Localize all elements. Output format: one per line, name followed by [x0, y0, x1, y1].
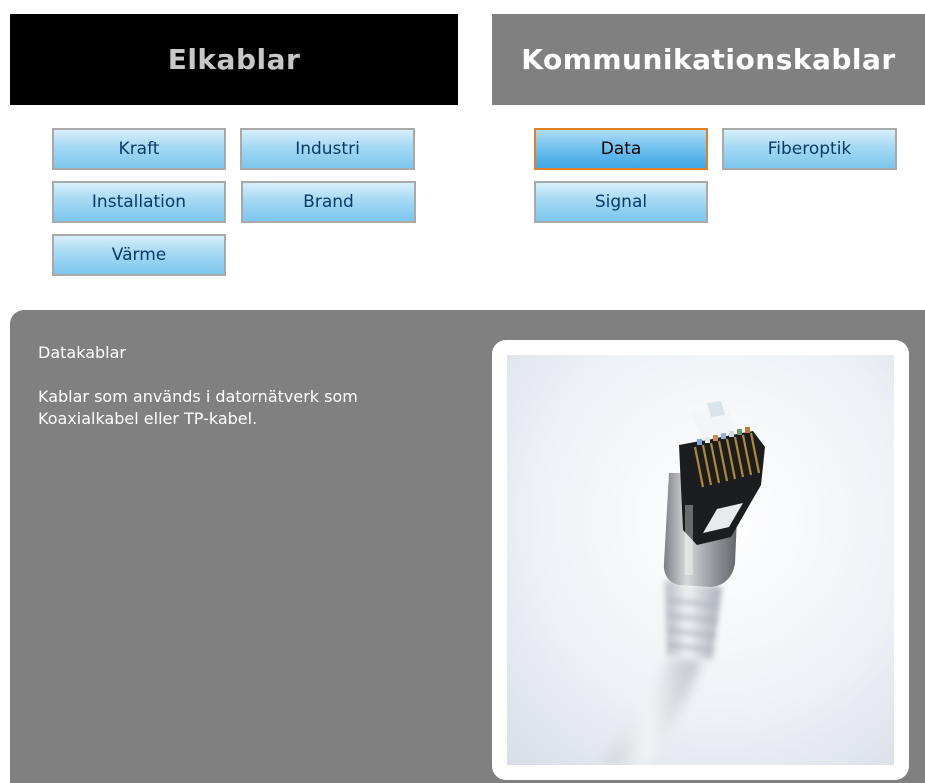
- data-button[interactable]: Data: [534, 128, 708, 170]
- content-title: Datakablar: [38, 343, 126, 362]
- brand-button[interactable]: Brand: [241, 181, 416, 223]
- installation-button[interactable]: Installation: [52, 181, 226, 223]
- signal-button[interactable]: Signal: [534, 181, 708, 223]
- varme-button[interactable]: Värme: [52, 234, 226, 276]
- elkablar-header[interactable]: Elkablar: [10, 14, 458, 105]
- kraft-button[interactable]: Kraft: [52, 128, 226, 170]
- industri-button[interactable]: Industri: [240, 128, 415, 170]
- ethernet-cable-photo: [507, 355, 894, 765]
- description-block: Datakablar Kablar som används i datornät…: [38, 342, 458, 430]
- photo-frame: [492, 340, 909, 780]
- fiberoptik-button[interactable]: Fiberoptik: [722, 128, 897, 170]
- kommunikationskablar-header[interactable]: Kommunikationskablar: [492, 14, 925, 105]
- content-panel: Datakablar Kablar som används i datornät…: [10, 310, 925, 783]
- content-body: Kablar som används i datornätverk som Ko…: [38, 387, 358, 428]
